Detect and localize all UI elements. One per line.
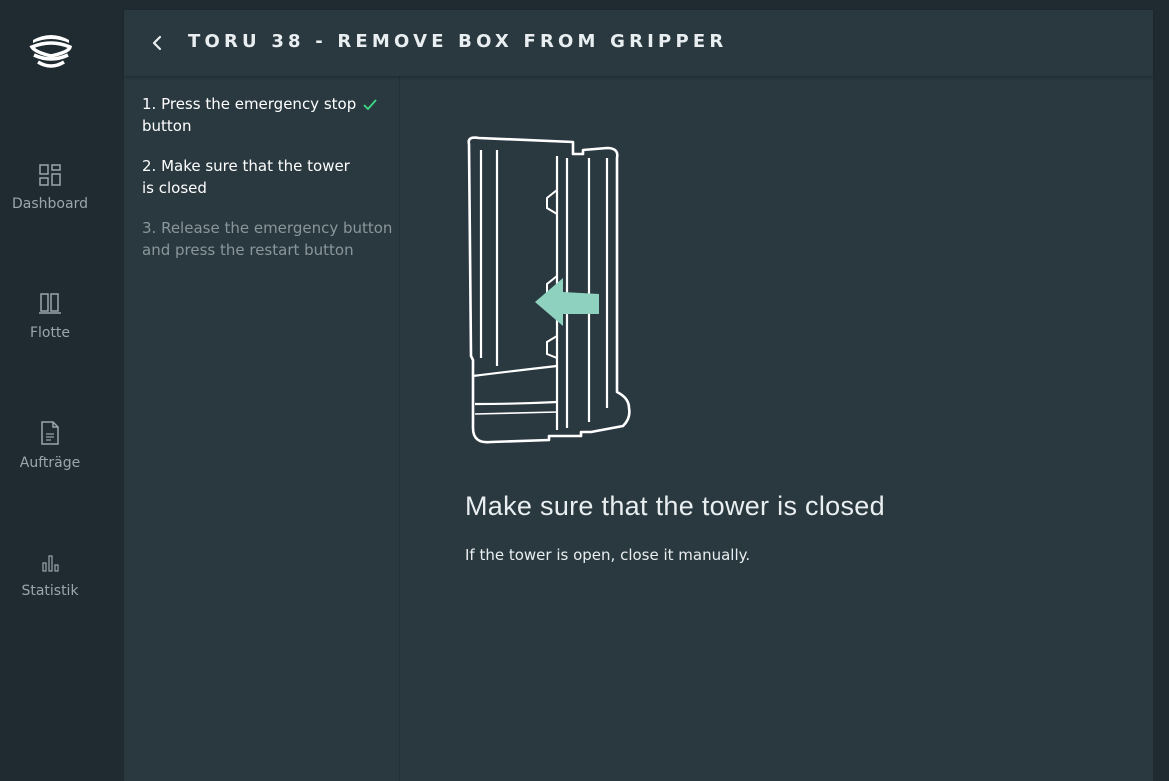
sidebar-item-auftraege[interactable]: Aufträge bbox=[0, 421, 100, 471]
step-1: 1. Press the emergency stop button bbox=[142, 93, 394, 137]
bar-chart-icon bbox=[42, 555, 59, 572]
instruction-content: Make sure that the tower is closed If th… bbox=[401, 76, 1153, 781]
sidebar: Dashboard Flotte Aufträge Statistik bbox=[0, 0, 124, 781]
step-1-text-cont: button bbox=[142, 117, 192, 135]
chevron-left-icon[interactable] bbox=[146, 31, 170, 55]
sidebar-item-statistik[interactable]: Statistik bbox=[0, 551, 100, 599]
check-icon bbox=[363, 98, 377, 110]
dashboard-icon bbox=[39, 164, 61, 186]
sidebar-item-flotte[interactable]: Flotte bbox=[0, 291, 100, 341]
instruction-text: If the tower is open, close it manually. bbox=[465, 546, 751, 564]
sidebar-item-label: Flotte bbox=[29, 325, 71, 341]
step-2: 2. Make sure that the tower is closed bbox=[142, 157, 350, 197]
fleet-icon bbox=[39, 293, 61, 314]
step-3: 3. Release the emergency button and pres… bbox=[142, 219, 393, 259]
instruction-title: Make sure that the tower is closed bbox=[465, 491, 885, 521]
header: TORU 38 - REMOVE BOX FROM GRIPPER bbox=[124, 10, 1153, 76]
document-icon bbox=[41, 421, 59, 445]
logo-icon bbox=[29, 35, 72, 68]
sidebar-item-dashboard[interactable]: Dashboard bbox=[0, 164, 100, 212]
steps-list: 1. Press the emergency stop button 2. Ma… bbox=[124, 76, 400, 781]
sidebar-item-label: Statistik bbox=[21, 583, 79, 599]
page-title: TORU 38 - REMOVE BOX FROM GRIPPER bbox=[188, 31, 728, 52]
sidebar-item-label: Aufträge bbox=[19, 455, 81, 471]
sidebar-item-label: Dashboard bbox=[12, 196, 88, 212]
step-1-text: 1. Press the emergency stop bbox=[142, 95, 357, 113]
main-panel: TORU 38 - REMOVE BOX FROM GRIPPER 1. Pre… bbox=[124, 10, 1153, 781]
tower-illustration bbox=[467, 136, 631, 444]
